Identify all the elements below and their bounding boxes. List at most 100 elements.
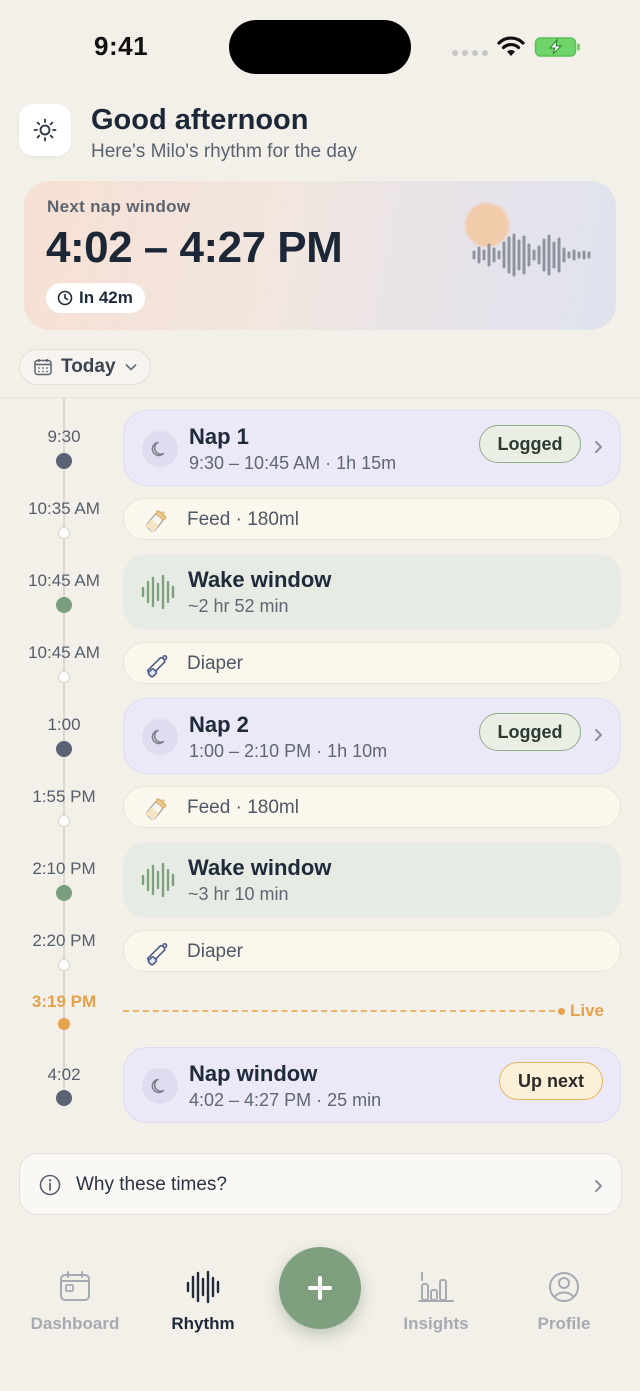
logged-badge: Logged bbox=[479, 713, 581, 751]
card-subtitle: 4:02 – 4:27 PM · 25 min bbox=[189, 1090, 382, 1110]
chevron-right-icon bbox=[595, 729, 602, 741]
feed-card[interactable]: Feed · 180ml bbox=[123, 498, 621, 540]
live-dot bbox=[558, 1007, 565, 1015]
safety-pin-icon bbox=[147, 943, 168, 966]
timeline-dot bbox=[58, 815, 70, 827]
plus-icon bbox=[308, 1276, 332, 1300]
wifi-icon bbox=[497, 36, 525, 56]
current-time-line bbox=[123, 1010, 555, 1012]
card-title: Nap 1 bbox=[189, 424, 249, 449]
tab-dashboard[interactable]: Dashboard bbox=[15, 1270, 135, 1334]
clock-icon bbox=[57, 290, 73, 306]
timeline-dot bbox=[56, 741, 72, 757]
countdown-text: In 42m bbox=[79, 288, 133, 307]
status-bar: 9:41 bbox=[0, 0, 640, 96]
moon-icon bbox=[142, 1068, 178, 1104]
timeline-time: 9:30 bbox=[47, 427, 81, 446]
divider bbox=[0, 397, 640, 398]
soundwave-icon bbox=[141, 862, 175, 898]
timeline-time: 2:20 PM bbox=[32, 931, 96, 950]
card-subtitle: ~3 hr 10 min bbox=[188, 884, 289, 904]
bottle-icon bbox=[146, 798, 167, 820]
next-nap-time: 4:02 – 4:27 PM bbox=[46, 223, 343, 272]
up-next-badge: Up next bbox=[499, 1062, 603, 1100]
card-subtitle: 1:00 – 2:10 PM · 1h 10m bbox=[189, 741, 388, 761]
why-these-times-row[interactable]: Why these times? bbox=[19, 1153, 622, 1215]
status-time: 9:41 bbox=[94, 31, 149, 61]
diaper-label: Diaper bbox=[187, 653, 243, 674]
tab-rhythm[interactable]: Rhythm bbox=[143, 1270, 263, 1334]
timeline-time: 1:00 bbox=[47, 715, 81, 734]
timeline-time: 1:55 PM bbox=[32, 787, 96, 806]
feed-label: Feed · 180ml bbox=[187, 509, 299, 530]
diaper-card[interactable]: Diaper bbox=[123, 930, 621, 972]
wake-window-card[interactable]: Wake window ~2 hr 52 min bbox=[123, 554, 621, 630]
dynamic-island bbox=[229, 20, 411, 74]
chevron-right-icon bbox=[595, 1180, 602, 1192]
timeline-time: 4:02 bbox=[47, 1065, 81, 1084]
moon-icon bbox=[142, 431, 178, 467]
soundwave-icon bbox=[141, 574, 175, 610]
chevron-down-icon bbox=[125, 364, 136, 371]
timeline-dot bbox=[56, 597, 72, 613]
card-title: Nap window bbox=[189, 1061, 318, 1086]
nap-card[interactable]: Nap 1 9:30 – 10:45 AM · 1h 15m Logged bbox=[123, 410, 621, 486]
timeline-time: 10:35 AM bbox=[28, 499, 100, 518]
tab-profile[interactable]: Profile bbox=[504, 1270, 624, 1334]
tab-label: Profile bbox=[537, 1314, 591, 1333]
info-icon bbox=[39, 1174, 61, 1196]
battery-icon bbox=[534, 37, 580, 57]
card-subtitle: 9:30 – 10:45 AM · 1h 15m bbox=[189, 453, 397, 473]
live-label: Live bbox=[570, 1001, 605, 1020]
nap-card[interactable]: Nap 2 1:00 – 2:10 PM · 1h 10m Logged bbox=[123, 698, 621, 774]
date-filter-label: Today bbox=[61, 356, 116, 377]
date-filter-dropdown[interactable]: Today bbox=[19, 349, 151, 385]
profile-icon bbox=[549, 1272, 579, 1302]
card-title: Nap 2 bbox=[189, 712, 249, 737]
sun-icon-button[interactable] bbox=[19, 104, 71, 156]
timeline-dot bbox=[56, 453, 72, 469]
card-subtitle: ~2 hr 52 min bbox=[188, 596, 289, 616]
sun-icon bbox=[33, 118, 57, 142]
why-these-times-label: Why these times? bbox=[76, 1174, 227, 1195]
wake-window-card[interactable]: Wake window ~3 hr 10 min bbox=[123, 842, 621, 918]
diaper-card[interactable]: Diaper bbox=[123, 642, 621, 684]
card-title: Wake window bbox=[188, 855, 332, 880]
soundwave-icon bbox=[186, 1270, 220, 1304]
live-indicator: Live bbox=[558, 1001, 604, 1021]
countdown-badge: In 42m bbox=[46, 283, 145, 313]
tab-label: Rhythm bbox=[171, 1314, 235, 1333]
feed-label: Feed · 180ml bbox=[187, 797, 299, 818]
timeline-dot bbox=[56, 885, 72, 901]
nap-window-card[interactable]: Nap window 4:02 – 4:27 PM · 25 min Up ne… bbox=[123, 1047, 621, 1123]
add-entry-button[interactable] bbox=[279, 1247, 361, 1329]
next-nap-card[interactable]: Next nap window 4:02 – 4:27 PM In 42m bbox=[24, 181, 616, 330]
moon-icon bbox=[142, 719, 178, 755]
page-subtitle: Here's Milo's rhythm for the day bbox=[91, 141, 357, 162]
page-title: Good afternoon bbox=[91, 104, 309, 136]
next-nap-label: Next nap window bbox=[47, 197, 191, 216]
soundwave-icon bbox=[472, 233, 591, 277]
bar-chart-icon bbox=[418, 1272, 454, 1302]
signal-icon bbox=[452, 50, 488, 56]
timeline-time: 2:10 PM bbox=[32, 859, 96, 878]
timeline-dot bbox=[56, 1090, 72, 1106]
timeline-time: 10:45 AM bbox=[28, 571, 100, 590]
current-time-label: 3:19 PM bbox=[31, 992, 97, 1011]
chevron-right-icon bbox=[595, 441, 602, 453]
tab-label: Insights bbox=[403, 1314, 469, 1333]
tab-insights[interactable]: Insights bbox=[376, 1270, 496, 1334]
timeline-time: 10:45 AM bbox=[28, 643, 100, 662]
calendar-icon bbox=[60, 1271, 90, 1301]
tab-label: Dashboard bbox=[30, 1314, 120, 1333]
diaper-label: Diaper bbox=[187, 941, 243, 962]
calendar-icon bbox=[34, 359, 52, 376]
timeline-dot bbox=[58, 959, 70, 971]
current-time-dot bbox=[58, 1018, 70, 1030]
safety-pin-icon bbox=[147, 655, 168, 678]
timeline-dot bbox=[58, 527, 70, 539]
bottle-icon bbox=[146, 510, 167, 532]
card-title: Wake window bbox=[188, 567, 332, 592]
timeline-dot bbox=[58, 671, 70, 683]
feed-card[interactable]: Feed · 180ml bbox=[123, 786, 621, 828]
